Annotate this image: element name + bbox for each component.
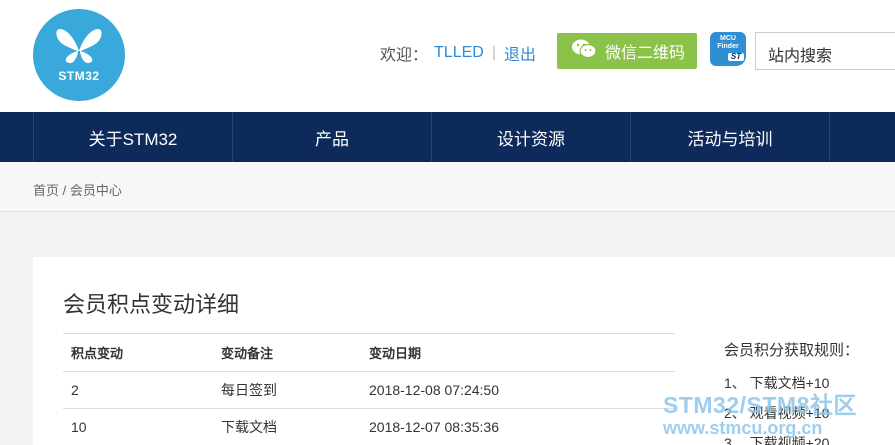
column-header-date: 变动日期 <box>361 333 675 372</box>
wechat-button-label: 微信二维码 <box>605 45 686 62</box>
points-table: 积点变动 变动备注 变动日期 2 每日签到 2018-12-08 07:24:5… <box>63 333 675 445</box>
table-row: 2 每日签到 2018-12-08 07:24:50 <box>63 371 675 409</box>
nav-item-events-training[interactable]: 活动与培训 <box>630 112 829 162</box>
cell-points: 10 <box>63 408 213 445</box>
main-nav: 关于STM32 产品 设计资源 活动与培训 <box>0 112 895 162</box>
cell-date: 2018-12-07 08:35:36 <box>361 408 675 445</box>
nav-item-products[interactable]: 产品 <box>232 112 431 162</box>
search-input[interactable]: 站内搜索 <box>755 32 895 70</box>
welcome-area: 欢迎： TLLED | 退出 <box>380 41 536 65</box>
separator: | <box>491 44 496 61</box>
table-header-row: 积点变动 变动备注 变动日期 <box>63 333 675 372</box>
stm32-logo[interactable]: STM32 <box>33 9 125 101</box>
breadcrumb-bar: 首页 / 会员中心 <box>0 162 895 212</box>
watermark-line1: STM32/STM8社区 <box>663 392 857 418</box>
table-row: 10 下载文档 2018-12-07 08:35:36 <box>63 408 675 445</box>
page-title: 会员积点变动详细 <box>63 292 240 317</box>
mcu-finder-icon[interactable]: MCU Finder ST <box>710 32 746 66</box>
wechat-qr-button[interactable]: 微信二维码 <box>557 33 697 69</box>
cell-remark: 下载文档 <box>213 408 361 445</box>
wechat-icon <box>571 38 597 65</box>
breadcrumb-divider: / <box>59 183 70 198</box>
cell-date: 2018-12-08 07:24:50 <box>361 371 675 409</box>
st-brand-icon: ST <box>728 53 744 61</box>
cell-points: 2 <box>63 371 213 409</box>
logout-link[interactable]: 退出 <box>504 41 536 65</box>
column-header-remark: 变动备注 <box>213 333 361 372</box>
breadcrumb-current[interactable]: 会员中心 <box>70 183 122 198</box>
logo-text: STM32 <box>58 69 100 83</box>
butterfly-icon <box>56 28 102 64</box>
rules-title: 会员积分获取规则： <box>724 342 860 359</box>
nav-item-about-stm32[interactable]: 关于STM32 <box>33 112 232 162</box>
column-header-points-change: 积点变动 <box>63 333 213 372</box>
breadcrumb: 首页 / 会员中心 <box>33 180 122 199</box>
site-watermark: STM32/STM8社区 www.stmcu.org.cn <box>663 386 857 439</box>
site-header: STM32 欢迎： TLLED | 退出 微信二维码 MCU Finder ST… <box>0 0 895 112</box>
nav-item-design-resources[interactable]: 设计资源 <box>431 112 630 162</box>
username-link[interactable]: TLLED <box>434 44 484 62</box>
nav-item-partial[interactable] <box>829 112 849 162</box>
breadcrumb-home[interactable]: 首页 <box>33 183 59 198</box>
cell-remark: 每日签到 <box>213 371 361 409</box>
watermark-line2: www.stmcu.org.cn <box>663 418 823 438</box>
welcome-label: 欢迎： <box>380 47 429 64</box>
